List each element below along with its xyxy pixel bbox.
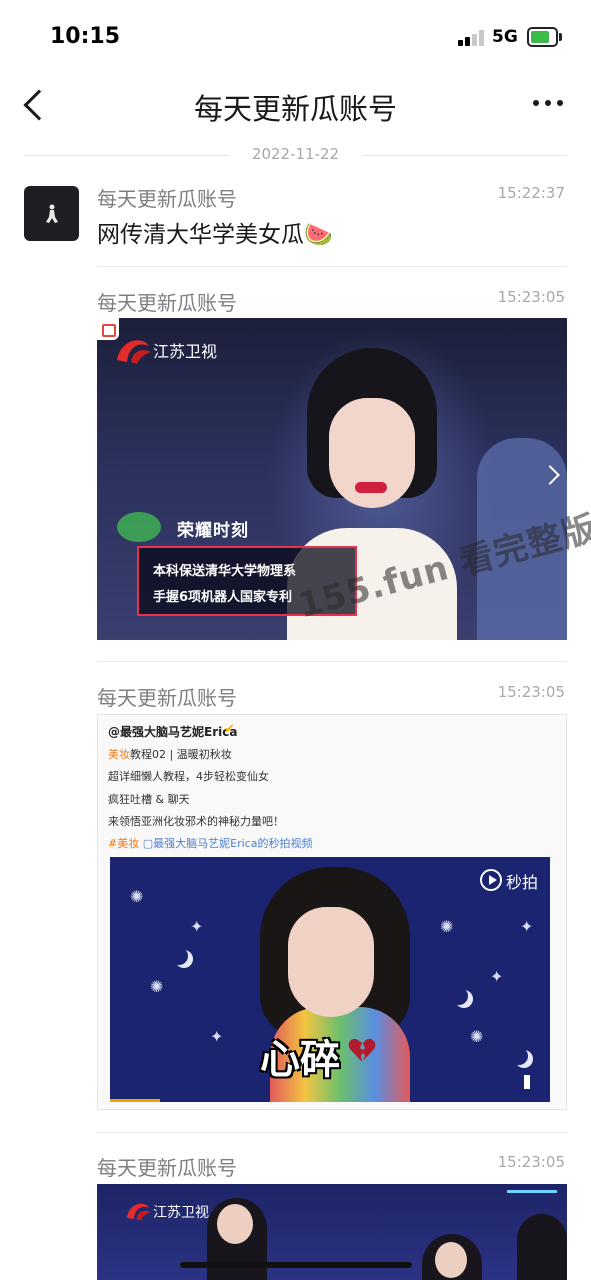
divider bbox=[97, 661, 567, 662]
status-bar: 10:15 5G bbox=[0, 0, 591, 70]
post-tag[interactable]: 美妆 bbox=[108, 748, 130, 761]
message-time: 15:23:05 bbox=[497, 1153, 565, 1171]
play-icon bbox=[480, 869, 502, 891]
avatar[interactable] bbox=[24, 186, 79, 241]
status-time: 10:15 bbox=[50, 24, 121, 49]
message-text: 网传清大华学美女瓜🍉 bbox=[97, 222, 333, 248]
broken-heart-icon bbox=[348, 1038, 376, 1062]
divider bbox=[97, 1132, 567, 1133]
message-time: 15:23:05 bbox=[497, 683, 565, 701]
stage-light bbox=[507, 1190, 557, 1193]
message-sender: 每天更新瓜账号 bbox=[97, 1156, 237, 1180]
post-line-2: 超详细懒人教程，4步轻松变仙女 bbox=[108, 770, 269, 783]
post-line-1-rest: 教程02 | 温暖初秋妆 bbox=[130, 748, 232, 761]
date-label: 2022-11-22 bbox=[251, 145, 340, 163]
message-sender: 每天更新瓜账号 bbox=[97, 291, 237, 315]
post-line-1: 美妆教程02 | 温暖初秋妆 bbox=[108, 746, 232, 762]
host-face bbox=[217, 1204, 253, 1244]
page-title: 每天更新瓜账号 bbox=[193, 92, 397, 126]
more-dots-icon[interactable] bbox=[533, 100, 563, 108]
avatar-figure-icon bbox=[46, 204, 58, 223]
channel-logo-text: 江苏卫视 bbox=[153, 1205, 209, 1221]
message-sender: 每天更新瓜账号 bbox=[97, 187, 237, 211]
verified-badge-icon: ✔ bbox=[224, 722, 235, 737]
contestant-face bbox=[435, 1242, 467, 1278]
post-video-link[interactable]: 最强大脑马艺妮Erica的秒拍视频 bbox=[153, 837, 312, 850]
channel-logo-text: 江苏卫视 bbox=[153, 342, 218, 361]
message-time: 15:23:05 bbox=[497, 288, 565, 306]
embedded-video[interactable]: ✺ ✦ ✺ ✦ ✺ ✦ ✺ ✦ 心碎 秒拍 bbox=[110, 857, 550, 1102]
post-line-4: 来领悟亚洲化妆邪术的神秘力量吧！ bbox=[108, 815, 284, 828]
home-indicator[interactable] bbox=[180, 1262, 412, 1268]
channel-logo-icon bbox=[117, 340, 151, 364]
post-hashtag[interactable]: #美妆 bbox=[108, 837, 139, 850]
divider bbox=[97, 266, 567, 267]
volume-icon[interactable] bbox=[524, 1075, 538, 1089]
battery-charging-icon bbox=[527, 27, 558, 47]
miaopai-label: 秒拍 bbox=[506, 873, 539, 892]
honor-tag-text: 荣耀时刻 bbox=[177, 521, 249, 541]
message-sender: 每天更新瓜账号 bbox=[97, 686, 237, 710]
network-label: 5G bbox=[492, 27, 518, 47]
caption-line-2: 手握6项机器人国家专利 bbox=[153, 590, 293, 605]
video-link-icon: ▢ bbox=[142, 837, 154, 850]
message-time: 15:22:37 bbox=[497, 184, 565, 202]
video-progress bbox=[110, 1099, 160, 1102]
post-author: @最强大脑马艺妮Erica bbox=[108, 725, 238, 739]
post-line-5: #美妆 ▢最强大脑马艺妮Erica的秒拍视频 bbox=[108, 835, 312, 851]
signal-icon bbox=[458, 30, 486, 46]
battery-cap bbox=[559, 33, 562, 41]
channel-logo-icon bbox=[126, 1203, 151, 1221]
honor-tag bbox=[117, 512, 171, 542]
post-card[interactable]: @最强大脑马艺妮Erica ✔ 美妆教程02 | 温暖初秋妆 超详细懒人教程，4… bbox=[97, 714, 567, 1110]
caption-line-1: 本科保送清华大学物理系 bbox=[153, 564, 297, 579]
nav-bar: 每天更新瓜账号 bbox=[0, 70, 591, 140]
post-line-3: 疯狂吐槽 & 聊天 bbox=[108, 793, 190, 806]
date-divider: 2022-11-22 bbox=[24, 145, 567, 167]
audience-figure bbox=[517, 1214, 567, 1280]
video-caption: 心碎 bbox=[260, 1037, 340, 1083]
